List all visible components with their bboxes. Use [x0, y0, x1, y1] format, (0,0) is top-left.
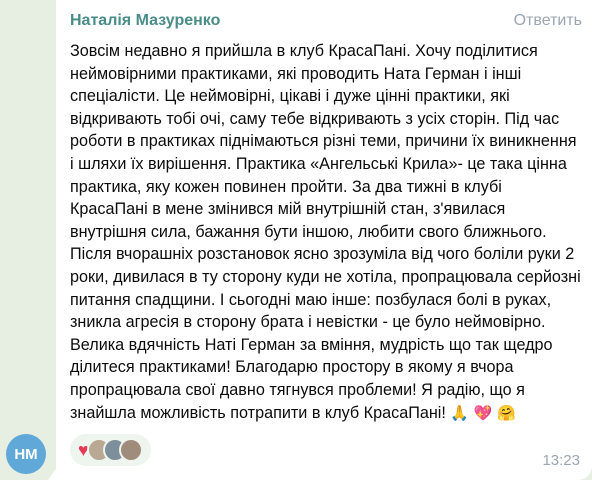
sender-avatar[interactable]: НМ: [6, 434, 46, 474]
sender-name[interactable]: Наталія Мазуренко: [70, 12, 220, 30]
message-bubble: Наталія Мазуренко Ответить Зовсім недавн…: [56, 0, 592, 480]
reactor-avatar[interactable]: [118, 438, 143, 462]
message-timestamp: 13:23: [542, 452, 580, 469]
message-body: Зовсім недавно я прийшла в клуб КрасаПан…: [70, 42, 581, 422]
message-emojis: 🙏 💖 🤗: [450, 403, 516, 422]
message-text: Зовсім недавно я прийшла в клуб КрасаПан…: [70, 40, 582, 424]
message-header: Наталія Мазуренко Ответить: [70, 12, 582, 36]
reaction-bar[interactable]: ♥: [70, 434, 151, 466]
reply-button[interactable]: Ответить: [514, 12, 582, 30]
